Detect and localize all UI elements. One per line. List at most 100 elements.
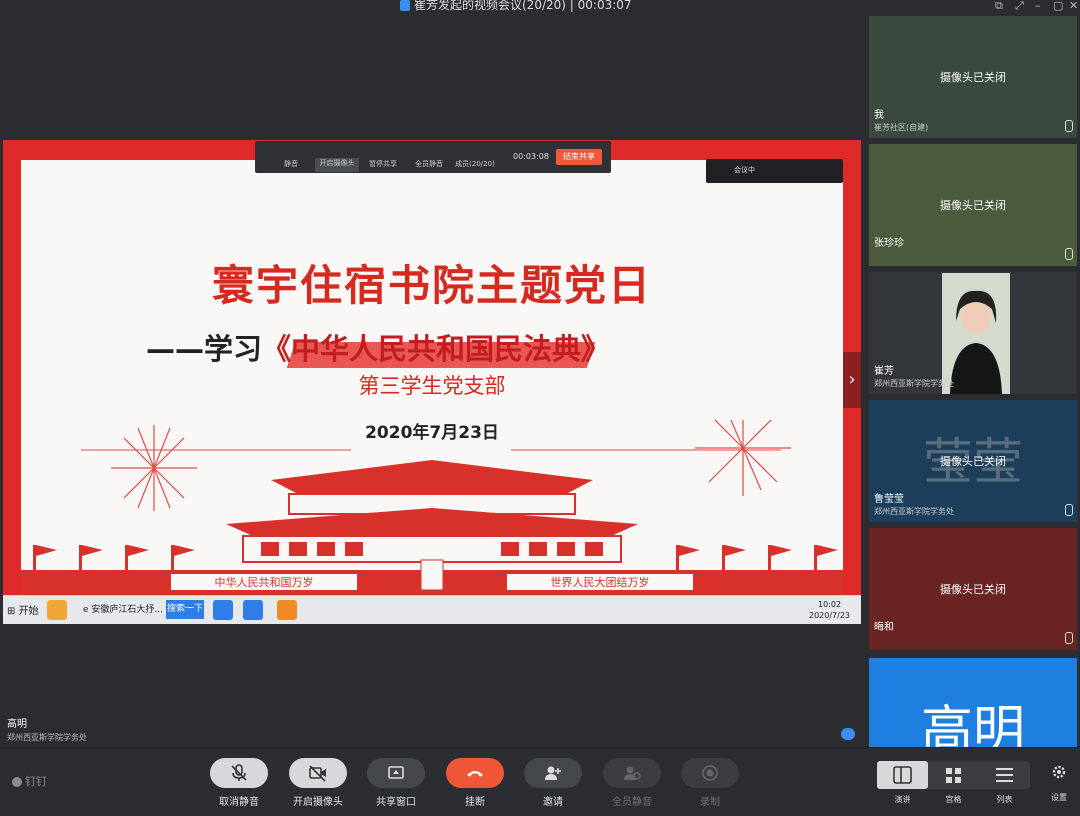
toolbar-mute[interactable]: 静音: [269, 159, 313, 169]
chat-bubble-icon[interactable]: [841, 728, 855, 740]
unmute-label: 取消静音: [219, 797, 259, 808]
participant-tile[interactable]: 摄像头已关闭 我 崔芳社区(自建): [869, 16, 1077, 138]
participant-org: 崔芳社区(自建): [874, 123, 929, 132]
participant-tile[interactable]: 高明: [869, 658, 1077, 747]
settings-label: 设置: [1051, 793, 1067, 802]
banner-left: 中华人民共和国万岁: [215, 575, 314, 589]
layout-list-label: 列表: [996, 795, 1013, 804]
hang-up-button[interactable]: 挂断: [446, 758, 504, 808]
close-icon[interactable]: ✕: [1069, 0, 1078, 13]
banner-right: 世界人民大团结万岁: [551, 575, 650, 589]
taskbar-window[interactable]: e 安徽庐江石大抒...: [83, 602, 163, 615]
end-share-button[interactable]: 结束共享: [556, 149, 602, 165]
share-screen-icon: [367, 758, 425, 788]
participant-video: [942, 273, 1010, 394]
system-clock: 10:02 2020/7/23: [809, 599, 850, 621]
wps-icon[interactable]: [243, 600, 263, 620]
toolbar-members[interactable]: 成员(20/20): [453, 159, 497, 169]
layout-speaker-option[interactable]: [877, 761, 928, 789]
maximize-icon[interactable]: ▢: [1053, 0, 1063, 13]
invite-button[interactable]: 邀请: [524, 758, 582, 808]
camera-off-label: 摄像头已关闭: [940, 199, 1006, 212]
gear-icon: [1052, 765, 1066, 779]
minimize-icon[interactable]: –: [1035, 0, 1041, 13]
participant-name: 晦和: [874, 622, 894, 633]
search-button[interactable]: 搜索一下: [166, 600, 204, 619]
toolbar-pause-share[interactable]: 暂停共享: [361, 159, 405, 169]
start-button[interactable]: ⊞ 开始: [7, 602, 39, 617]
slide-content: 寰宇住宿书院主题党日 ——学习《中华人民共和国民法典》 第三学生党支部 2020…: [21, 160, 843, 595]
start-camera-button[interactable]: 开启摄像头: [289, 758, 347, 808]
pin-icon[interactable]: ⧉: [995, 0, 1003, 13]
record-icon: [681, 758, 739, 788]
layout-speaker-label: 演讲: [894, 795, 911, 804]
subtitle-highlight: 《中华人民共和国民法典》: [262, 332, 611, 366]
slide-title: 寰宇住宿书院主题党日: [211, 261, 652, 310]
share-window-button[interactable]: 共享窗口: [367, 758, 425, 808]
slide-subtitle: ——学习《中华人民共和国民法典》: [146, 326, 610, 368]
mic-muted-icon: [210, 758, 268, 788]
participant-org: 郑州西亚斯学院学务处: [874, 379, 954, 388]
title-bar: 崔芳发起的视频会议(20/20) | 00:03:07 ⧉ ⤢ – ▢ ✕: [0, 0, 1080, 14]
firework-right: [695, 420, 791, 496]
camera-off-icon: [289, 758, 347, 788]
mic-icon: [1065, 632, 1073, 644]
person-avatar: [942, 273, 1010, 394]
participant-tile[interactable]: 莹莹 摄像头已关闭 鲁莹莹 郑州西亚斯学院学务处: [869, 400, 1077, 522]
mic-icon: [1065, 120, 1073, 132]
taskbar-window-label: 安徽庐江石大抒...: [91, 605, 163, 615]
title-separator: |: [569, 0, 574, 12]
elapsed-time: 00:03:07: [577, 0, 632, 12]
meeting-title: 崔芳发起的视频会议(20/20) | 00:03:07: [400, 0, 632, 12]
layout-switcher: [877, 761, 1030, 789]
next-page-arrow[interactable]: ›: [843, 352, 861, 408]
meeting-status-label: 会议中: [734, 166, 755, 174]
tiananmen-illustration: 中华人民共和国万岁 世界人民大团结万岁: [21, 420, 843, 595]
speaker-layout-icon: [893, 766, 912, 784]
participant-tile[interactable]: 摄像头已关闭 张珍珍: [869, 144, 1077, 266]
mic-icon: [1065, 248, 1073, 260]
participant-name: 张珍珍: [874, 238, 904, 249]
layout-grid-option[interactable]: [928, 761, 979, 789]
toolbar-camera[interactable]: 开启摄像头: [315, 158, 359, 172]
layout-grid-label: 宫格: [945, 795, 962, 804]
mute-all-label: 全员静音: [612, 797, 652, 808]
layout-list-option[interactable]: [979, 761, 1030, 789]
avatar-text: 高明: [920, 701, 1025, 747]
grid-layout-icon: [946, 768, 961, 783]
shared-screen: 寰宇住宿书院主题党日 ——学习《中华人民共和国民法典》 第三学生党支部 2020…: [3, 140, 861, 624]
camera-off-label: 摄像头已关闭: [940, 583, 1006, 596]
fullscreen-icon[interactable]: ⤢: [1015, 0, 1024, 13]
share-timer: 00:03:08: [513, 152, 549, 161]
brand: 钉钉: [12, 773, 47, 789]
record-label: 录制: [700, 797, 720, 808]
camera-off-label: 摄像头已关闭: [940, 71, 1006, 84]
app-icon[interactable]: [47, 600, 67, 620]
participant-tile[interactable]: 崔芳 郑州西亚斯学院学务处: [869, 272, 1077, 394]
participant-name: 崔芳: [874, 366, 894, 377]
presentation-slide: 寰宇住宿书院主题党日 ——学习《中华人民共和国民法典》 第三学生党支部 2020…: [3, 140, 861, 595]
dingtalk-icon[interactable]: [213, 600, 233, 620]
list-layout-icon: [996, 768, 1013, 782]
unmute-button[interactable]: 取消静音: [210, 758, 268, 808]
mute-all-button[interactable]: 全员静音: [603, 758, 661, 808]
speaker-name: 高明: [7, 719, 27, 730]
meeting-status-chip[interactable]: 会议中: [706, 159, 843, 183]
media-icon[interactable]: [277, 600, 297, 620]
participant-tile[interactable]: 摄像头已关闭 晦和: [869, 528, 1077, 650]
clock-time: 10:02: [817, 600, 842, 609]
invite-icon: [524, 758, 582, 788]
hang-up-icon: [446, 758, 504, 788]
dingtalk-logo-icon: [12, 777, 22, 787]
roof-bottom: [226, 508, 638, 536]
share-toolbar: 静音 开启摄像头 暂停共享 全员静音 成员(20/20) 00:03:08 结束…: [255, 141, 611, 173]
record-button[interactable]: 录制: [681, 758, 739, 808]
participant-name: 我: [874, 110, 884, 121]
firework-left: [111, 425, 197, 511]
clock-date: 2020/7/23: [809, 611, 851, 620]
participant-org: 郑州西亚斯学院学务处: [874, 507, 954, 516]
speaker-org: 郑州西亚斯学院学务处: [7, 733, 87, 742]
settings-button[interactable]: 设置: [1047, 764, 1071, 803]
toolbar-mute-all[interactable]: 全员静音: [407, 159, 451, 169]
participant-sidebar: 摄像头已关闭 我 崔芳社区(自建) 摄像头已关闭 张珍珍 崔芳 郑州西亚斯学院学…: [866, 14, 1080, 747]
